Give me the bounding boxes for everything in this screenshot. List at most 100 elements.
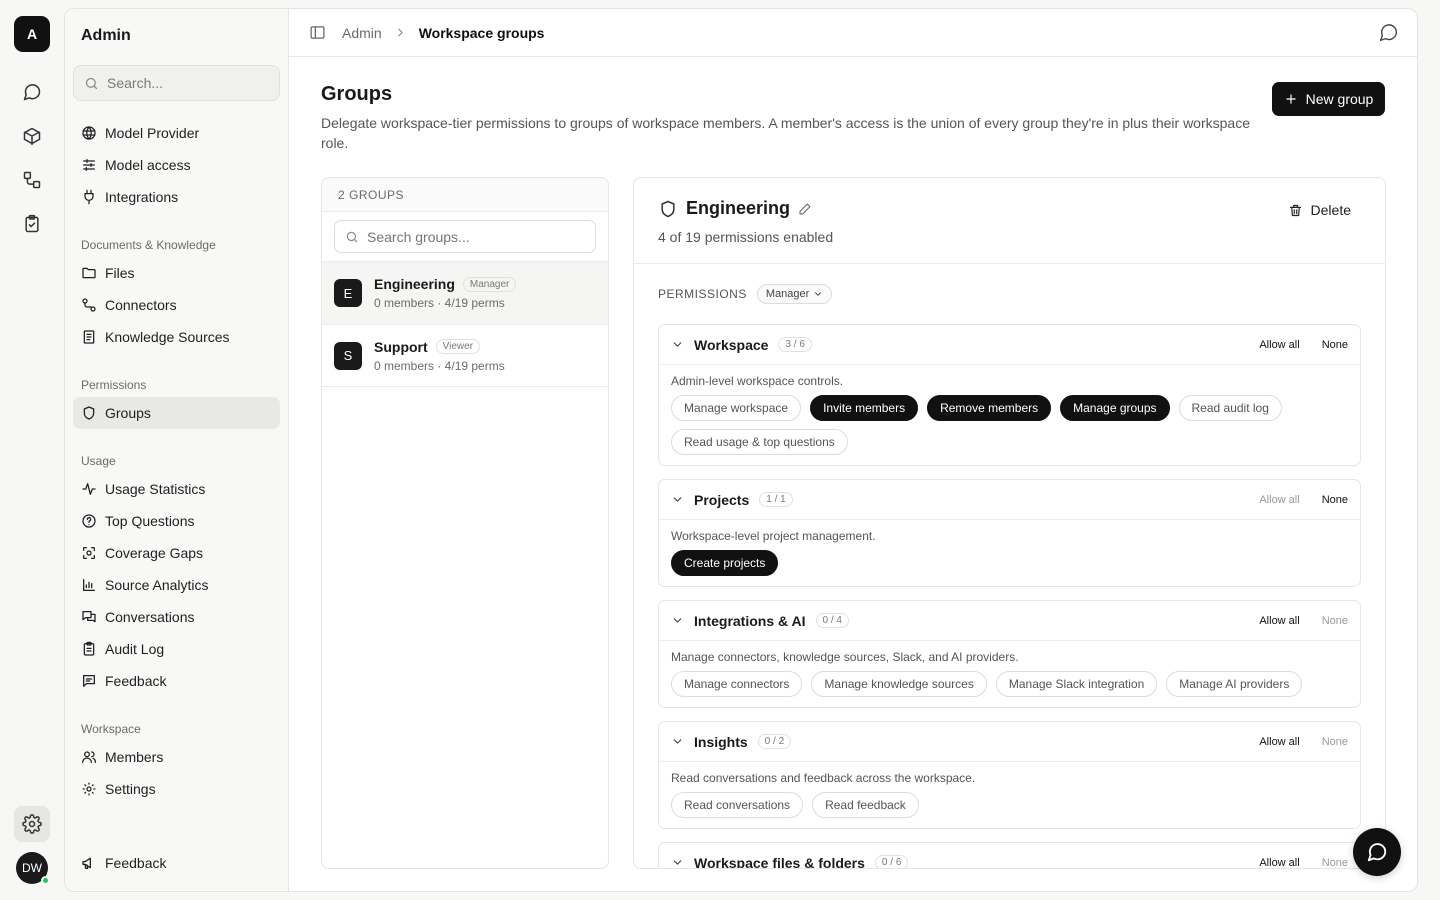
sidebar-search-input[interactable] (107, 75, 267, 91)
chevron-down-icon[interactable] (671, 614, 684, 627)
sidebar-item-audit-log[interactable]: Audit Log (73, 633, 280, 665)
none-button[interactable]: None (1322, 494, 1348, 506)
group-meta: 0 members · 4/19 perms (374, 296, 505, 310)
connector-icon[interactable] (14, 162, 50, 198)
sidebar-item-label: Top Questions (105, 513, 195, 529)
none-button[interactable]: None (1322, 736, 1348, 748)
breadcrumb-admin[interactable]: Admin (342, 25, 382, 41)
allow-all-button[interactable]: Allow all (1259, 615, 1299, 627)
category-header[interactable]: Integrations & AI 0 / 4 Allow all None (659, 601, 1360, 641)
allow-all-button[interactable]: Allow all (1259, 339, 1299, 351)
chevron-down-icon[interactable] (671, 856, 684, 868)
sliders-icon (81, 157, 97, 173)
sidebar-item-label: Conversations (105, 609, 195, 625)
category-header[interactable]: Workspace files & folders 0 / 6 Allow all N… (659, 843, 1360, 869)
sidebar-toggle-icon[interactable] (309, 24, 326, 41)
new-group-button[interactable]: New group (1272, 82, 1385, 116)
group-search[interactable] (334, 220, 596, 253)
category-count-badge: 0 / 6 (874, 855, 909, 868)
section-documents-knowledge: Documents & Knowledge (81, 238, 216, 252)
group-search-input[interactable] (367, 228, 577, 245)
workspace-logo[interactable]: A (14, 16, 50, 52)
sidebar-item-files[interactable]: Files (73, 257, 280, 289)
sidebar-item-top-questions[interactable]: Top Questions (73, 505, 280, 537)
sidebar-item-feedback[interactable]: Feedback (73, 665, 280, 697)
group-detail-header: Engineering 4 of 19 permissions enabled … (634, 178, 1385, 264)
megaphone-icon (81, 855, 97, 871)
none-button[interactable]: None (1322, 339, 1348, 351)
clipboard-check-icon[interactable] (14, 206, 50, 242)
category-header[interactable]: Insights 0 / 2 Allow all None (659, 722, 1360, 762)
online-status-dot (41, 876, 50, 885)
chevron-down-icon[interactable] (671, 735, 684, 748)
group-row-engineering[interactable]: E Engineering Manager 0 members · 4/19 p… (322, 261, 608, 324)
role-preset-select[interactable]: Manager (756, 284, 833, 304)
permission-chip[interactable]: Read feedback (812, 792, 919, 818)
chat-bubble-icon[interactable] (1378, 22, 1399, 43)
breadcrumb-current: Workspace groups (418, 24, 545, 41)
allow-all-button[interactable]: Allow all (1259, 494, 1299, 506)
folder-icon (81, 265, 97, 281)
delete-group-button[interactable]: Delete (1288, 202, 1351, 218)
clipboard-icon (81, 641, 97, 657)
gear-icon[interactable] (14, 806, 50, 842)
sidebar-item-label: Audit Log (105, 641, 165, 657)
sidebar-item-model-access[interactable]: Model access (73, 149, 280, 181)
category-description: Manage connectors, knowledge sources, Sl… (671, 650, 1019, 664)
sidebar-feedback-footer[interactable]: Feedback (73, 847, 280, 879)
chevron-down-icon[interactable] (671, 338, 684, 351)
sidebar-item-knowledge-sources[interactable]: Knowledge Sources (73, 321, 280, 353)
sidebar-item-coverage-gaps[interactable]: Coverage Gaps (73, 537, 280, 569)
chevron-right-icon (394, 26, 407, 39)
book-icon (81, 329, 97, 345)
admin-sidebar: Admin Model Provider Model access Integr… (65, 9, 289, 891)
permission-chip[interactable]: Manage connectors (671, 671, 803, 697)
sidebar-search[interactable] (73, 65, 280, 101)
plug-icon (81, 189, 97, 205)
sidebar-item-model-provider[interactable]: Model Provider (73, 117, 280, 149)
sidebar-item-groups[interactable]: Groups (73, 397, 280, 429)
allow-all-button[interactable]: Allow all (1259, 857, 1299, 869)
sidebar-item-label: Files (105, 265, 135, 281)
group-avatar: S (334, 341, 362, 370)
chat-fab-button[interactable] (1353, 828, 1401, 876)
app-rail: A DW (0, 0, 64, 900)
permission-chip[interactable]: Read audit log (1178, 395, 1282, 421)
permission-chip[interactable]: Remove members (927, 395, 1052, 421)
group-count-header: 2 GROUPS (322, 178, 608, 212)
sidebar-item-conversations[interactable]: Conversations (73, 601, 280, 633)
none-button[interactable]: None (1322, 857, 1348, 869)
permission-chip[interactable]: Manage groups (1060, 395, 1170, 421)
permission-chip[interactable]: Manage knowledge sources (811, 671, 987, 697)
permission-chip[interactable]: Manage AI providers (1166, 671, 1303, 697)
sidebar-item-integrations[interactable]: Integrations (73, 181, 280, 213)
category-header[interactable]: Projects 1 / 1 Allow all None (659, 480, 1360, 520)
sidebar-item-members[interactable]: Members (73, 741, 280, 773)
users-icon (81, 749, 97, 765)
none-button[interactable]: None (1322, 615, 1348, 627)
messages-icon (81, 609, 97, 625)
chevron-down-icon[interactable] (671, 493, 684, 506)
permission-chip[interactable]: Read conversations (671, 792, 804, 818)
permission-chip[interactable]: Create projects (671, 550, 779, 576)
box-icon[interactable] (14, 118, 50, 154)
allow-all-button[interactable]: Allow all (1259, 736, 1299, 748)
sidebar-item-usage-statistics[interactable]: Usage Statistics (73, 473, 280, 505)
help-circle-icon (81, 513, 97, 529)
scan-icon (81, 545, 97, 561)
chat-icon[interactable] (14, 74, 50, 110)
sidebar-item-settings[interactable]: Settings (73, 773, 280, 805)
category-header[interactable]: Workspace 3 / 6 Allow all None (659, 325, 1360, 365)
sidebar-item-source-analytics[interactable]: Source Analytics (73, 569, 280, 601)
permission-chip[interactable]: Manage workspace (671, 395, 802, 421)
pencil-icon[interactable] (798, 202, 812, 216)
group-list-panel: 2 GROUPS E Engineering Manager 0 members… (321, 177, 609, 869)
permission-chip[interactable]: Read usage & top questions (671, 429, 848, 455)
sidebar-item-label: Model access (105, 157, 191, 173)
activity-icon (81, 481, 97, 497)
sidebar-item-connectors[interactable]: Connectors (73, 289, 280, 321)
group-row-support[interactable]: S Support Viewer 0 members · 4/19 perms (322, 324, 608, 387)
permission-chip[interactable]: Manage Slack integration (995, 671, 1158, 697)
user-avatar[interactable]: DW (16, 852, 50, 885)
permission-chip[interactable]: Invite members (810, 395, 919, 421)
